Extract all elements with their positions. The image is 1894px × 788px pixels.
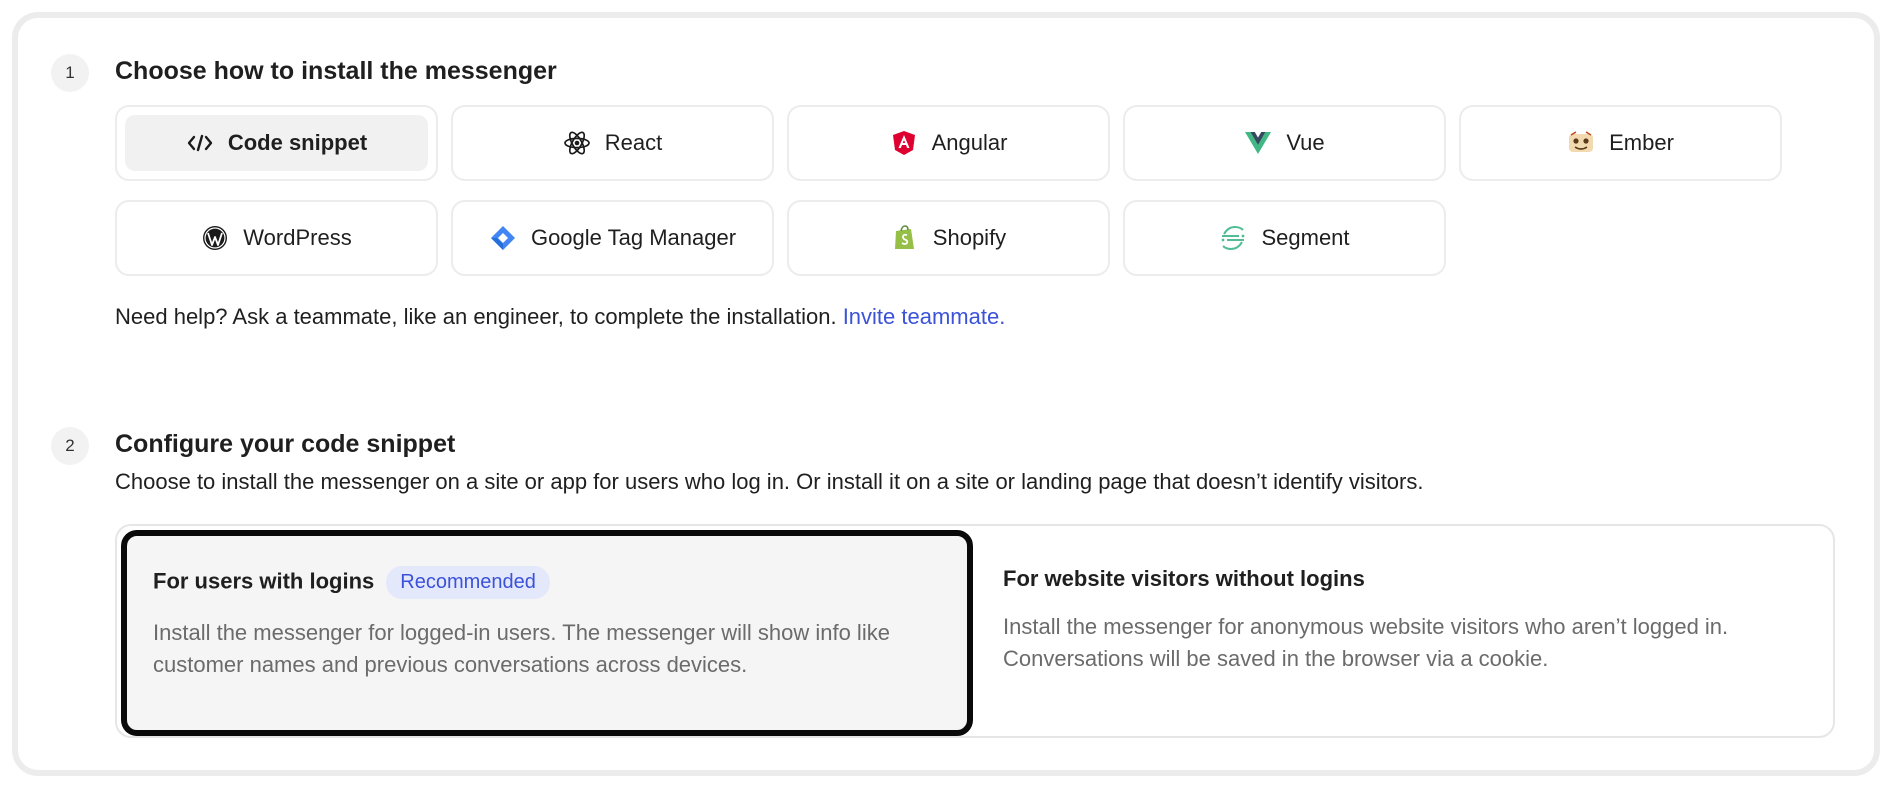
- card-description-line-2: customer names and previous conversation…: [153, 652, 748, 677]
- option-label: Ember: [1609, 130, 1674, 155]
- option-vue[interactable]: Vue: [1123, 105, 1446, 181]
- step-2-description: Choose to install the messenger on a sit…: [115, 469, 1424, 494]
- option-label: Angular: [931, 130, 1008, 155]
- card-description-line-1: Install the messenger for anonymous webs…: [1003, 614, 1729, 639]
- option-label: Vue: [1286, 130, 1325, 155]
- option-label: Segment: [1261, 225, 1350, 250]
- google-tag-manager-icon: [489, 224, 517, 252]
- card-title: For users with logins: [153, 568, 375, 594]
- card-users-with-logins[interactable]: For users with logins Recommended Install…: [121, 530, 973, 736]
- card-title: For website visitors without logins: [1003, 566, 1365, 591]
- wordpress-icon: [201, 224, 229, 252]
- angular-icon: [890, 129, 918, 157]
- help-text-row: Need help? Ask a teammate, like an engin…: [115, 304, 1005, 330]
- option-google-tag-manager[interactable]: Google Tag Manager: [451, 200, 774, 276]
- card-description: Install the messenger for anonymous webs…: [1003, 611, 1728, 675]
- ember-icon: [1567, 129, 1595, 157]
- react-icon: [563, 129, 591, 157]
- option-label: WordPress: [243, 225, 352, 250]
- step-number-2: 2: [51, 427, 89, 465]
- card-description-line-2: Conversations will be saved in the brows…: [1003, 646, 1549, 671]
- step-1-title: Choose how to install the messenger: [115, 57, 557, 85]
- option-angular[interactable]: Angular: [787, 105, 1110, 181]
- option-code-snippet[interactable]: Code snippet: [115, 105, 438, 181]
- segment-icon: [1219, 224, 1247, 252]
- shopify-icon: [891, 224, 919, 252]
- recommended-badge: Recommended: [386, 566, 550, 599]
- option-shopify[interactable]: Shopify: [787, 200, 1110, 276]
- option-segment[interactable]: Segment: [1123, 200, 1446, 276]
- vue-icon: [1244, 129, 1272, 157]
- option-ember[interactable]: Ember: [1459, 105, 1782, 181]
- option-label: Code snippet: [227, 130, 368, 155]
- option-label: React: [604, 130, 663, 155]
- card-description: Install the messenger for logged-in user…: [153, 617, 890, 681]
- step-2-title: Configure your code snippet: [115, 430, 456, 458]
- code-icon: [186, 129, 214, 157]
- invite-teammate-link[interactable]: Invite teammate.: [843, 304, 1006, 329]
- step-number-1: 1: [51, 54, 89, 92]
- option-wordpress[interactable]: WordPress: [115, 200, 438, 276]
- configuration-options: For users with logins Recommended Install…: [115, 524, 1835, 738]
- card-title-row: For users with logins Recommended: [153, 566, 550, 599]
- option-label: Shopify: [932, 225, 1007, 250]
- option-react[interactable]: React: [451, 105, 774, 181]
- help-text: Need help? Ask a teammate, like an engin…: [115, 304, 837, 329]
- option-label: Google Tag Manager: [530, 225, 737, 250]
- card-website-visitors[interactable]: For website visitors without logins Inst…: [973, 526, 1833, 736]
- card-description-line-1: Install the messenger for logged-in user…: [153, 620, 890, 645]
